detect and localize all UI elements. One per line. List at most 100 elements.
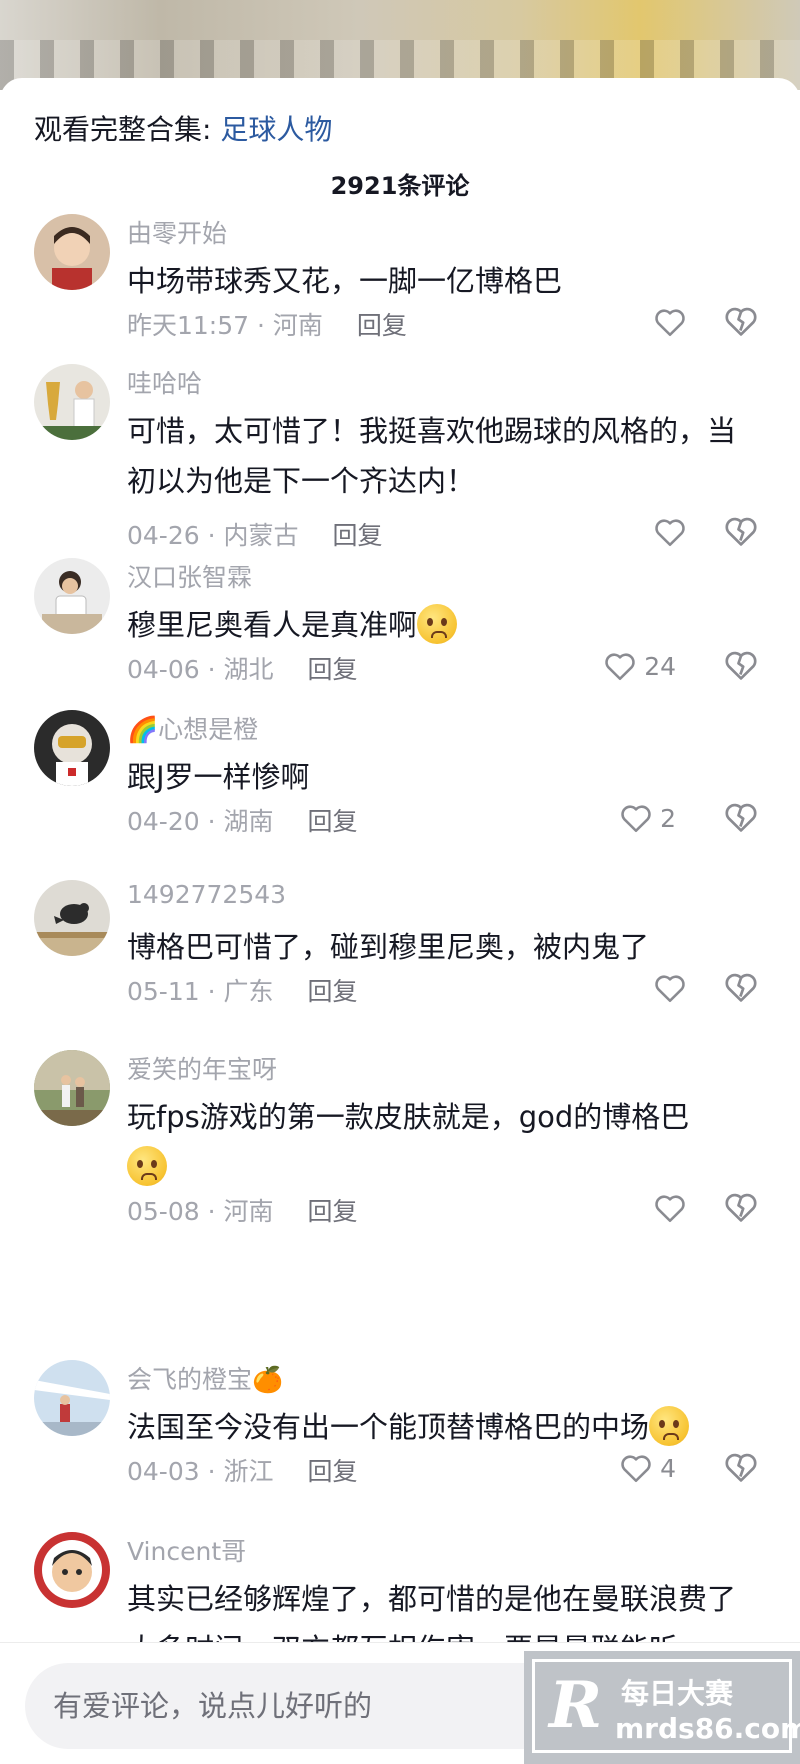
comment-text: 可惜，太可惜了！我挺喜欢他踢球的风格的，当初以为他是下一个齐达内！ [127, 414, 737, 498]
like-count: 4 [660, 1453, 676, 1483]
pleading-face-emoji [649, 1406, 690, 1446]
comment-text: 中场带球秀又花，一脚一亿博格巴 [127, 264, 563, 298]
avatar[interactable] [34, 1532, 110, 1608]
avatar[interactable] [34, 558, 110, 634]
broken-heart-icon[interactable] [722, 512, 760, 550]
meta-separator: · [199, 977, 224, 1006]
comment-username[interactable]: 🌈心想是橙 [127, 710, 258, 746]
comment-username[interactable]: 汉口张智霖 [127, 558, 252, 594]
avatar[interactable] [34, 880, 110, 956]
avatar[interactable] [34, 1360, 110, 1436]
heart-outline-icon [655, 519, 685, 547]
comment-meta: 04-20 · 湖南 回复 [127, 802, 358, 838]
comment-input[interactable]: 有爱评论，说点儿好听的 [25, 1663, 535, 1749]
comment-username[interactable]: 1492772543 [127, 880, 286, 909]
comment-item: 会飞的橙宝🍊 法国至今没有出一个能顶替博格巴的中场 04-03 · 浙江 回复 4 [0, 1360, 800, 1510]
reply-button[interactable]: 回复 [357, 311, 407, 340]
comment-time: 昨天11:57 [127, 311, 250, 340]
comment-item: 爱笑的年宝呀 玩fps游戏的第一款皮肤就是，god的博格巴 05-08 · 河南… [0, 1050, 800, 1250]
avatar[interactable] [34, 1050, 110, 1126]
comment-username[interactable]: 哇哈哈 [127, 364, 202, 400]
collection-prefix: 观看完整合集: [34, 113, 221, 146]
comment-input-bar: 有爱评论，说点儿好听的 R 每日大赛 mrds86.com [0, 1642, 800, 1764]
comment-location: 湖南 [223, 807, 274, 836]
comment-item: Vincent哥 其实已经够辉煌了，都可惜的是他在曼联浪费了太多时间，双方都互相… [0, 1532, 800, 1642]
broken-heart-icon[interactable] [722, 302, 760, 340]
reply-button[interactable]: 回复 [308, 977, 358, 1006]
comment-item: 哇哈哈 可惜，太可惜了！我挺喜欢他踢球的风格的，当初以为他是下一个齐达内！ 04… [0, 364, 800, 564]
comment-username[interactable]: 由零开始 [127, 214, 227, 250]
comment-location: 湖北 [223, 655, 274, 684]
comment-username[interactable]: 会飞的橙宝🍊 [127, 1360, 283, 1396]
meta-separator: · [249, 311, 273, 340]
comment-location: 浙江 [223, 1457, 274, 1486]
comment-meta: 04-26 · 内蒙古 回复 [127, 516, 383, 552]
watermark-frame: R 每日大赛 mrds86.com [532, 1659, 800, 1753]
heart-outline-icon [655, 1195, 685, 1223]
comment-item: 汉口张智霖 穆里尼奥看人是真准啊 04-06 · 湖北 回复 24 [0, 558, 800, 708]
broken-heart-icon[interactable] [722, 968, 760, 1006]
collection-link[interactable]: 足球人物 [220, 113, 332, 146]
heart-outline-icon [621, 1455, 651, 1483]
comment-time: 05-11 [127, 977, 200, 1006]
reply-button[interactable]: 回复 [308, 655, 358, 684]
comment-count: 2921条评论 [330, 172, 470, 200]
broken-heart-icon[interactable] [722, 798, 760, 836]
comment-text: 穆里尼奥看人是真准啊 [127, 600, 757, 650]
collection-banner[interactable]: 观看完整合集: 足球人物 [34, 108, 332, 148]
watermark-letter: R [549, 1668, 603, 1743]
meta-separator: · [199, 1197, 224, 1226]
avatar[interactable] [34, 214, 110, 290]
reply-button[interactable]: 回复 [333, 521, 383, 550]
meta-separator: · [199, 807, 224, 836]
meta-separator: · [199, 1457, 224, 1486]
reply-button[interactable]: 回复 [308, 807, 358, 836]
heart-outline-icon [655, 975, 685, 1003]
comment-text: 玩fps游戏的第一款皮肤就是，god的博格巴 [127, 1092, 757, 1192]
like-button[interactable]: 4 [618, 1448, 676, 1488]
like-button[interactable]: 24 [602, 646, 676, 686]
comment-time: 04-20 [127, 807, 200, 836]
comment-time: 04-06 [127, 655, 200, 684]
heart-outline-icon [655, 309, 685, 337]
comment-text-content: 法国至今没有出一个能顶替博格巴的中场 [127, 1410, 650, 1444]
broken-heart-icon[interactable] [722, 1188, 760, 1226]
comment-location: 广东 [223, 977, 274, 1006]
meta-separator: · [199, 655, 224, 684]
comment-item: 1492772543 博格巴可惜了，碰到穆里尼奥，被内鬼了 05-11 · 广东… [0, 880, 800, 1030]
avatar[interactable] [34, 364, 110, 440]
avatar[interactable] [34, 710, 110, 786]
comment-meta: 05-08 · 河南 回复 [127, 1192, 358, 1228]
comment-username[interactable]: Vincent哥 [127, 1532, 246, 1568]
like-button[interactable]: 2 [618, 798, 676, 838]
broken-heart-icon[interactable] [722, 646, 760, 684]
like-button[interactable] [652, 968, 688, 1008]
comment-sheet: 观看完整合集: 足球人物 2921条评论 由零开始 中场带球秀又花，一脚一亿博格… [0, 78, 800, 1764]
reply-button[interactable]: 回复 [308, 1457, 358, 1486]
video-background [0, 0, 800, 90]
comment-text: 跟J罗一样惨啊 [127, 760, 310, 794]
meta-separator: · [199, 521, 224, 550]
comment-location: 内蒙古 [223, 521, 299, 550]
comment-text: 法国至今没有出一个能顶替博格巴的中场 [127, 1402, 757, 1452]
heart-outline-icon [605, 653, 635, 681]
comment-text-content: 玩fps游戏的第一款皮肤就是，god的博格巴 [127, 1100, 690, 1134]
comment-time: 04-03 [127, 1457, 200, 1486]
pleading-face-emoji [127, 1146, 167, 1186]
broken-heart-icon[interactable] [722, 1448, 760, 1486]
watermark-logo: R 每日大赛 mrds86.com [524, 1651, 800, 1764]
comment-username[interactable]: 爱笑的年宝呀 [127, 1050, 277, 1086]
heart-outline-icon [621, 805, 651, 833]
like-button[interactable] [652, 1188, 688, 1228]
like-count: 24 [644, 651, 676, 681]
comment-item: 由零开始 中场带球秀又花，一脚一亿博格巴 昨天11:57 · 河南 回复 [0, 214, 800, 354]
comment-time: 05-08 [127, 1197, 200, 1226]
reply-button[interactable]: 回复 [308, 1197, 358, 1226]
comment-meta: 05-11 · 广东 回复 [127, 972, 358, 1008]
like-button[interactable] [652, 302, 688, 342]
like-count: 2 [660, 803, 676, 833]
comment-meta: 04-06 · 湖北 回复 [127, 650, 358, 686]
like-button[interactable] [652, 512, 688, 552]
comment-text-content: 穆里尼奥看人是真准啊 [127, 608, 418, 642]
pleading-face-emoji [417, 604, 458, 644]
